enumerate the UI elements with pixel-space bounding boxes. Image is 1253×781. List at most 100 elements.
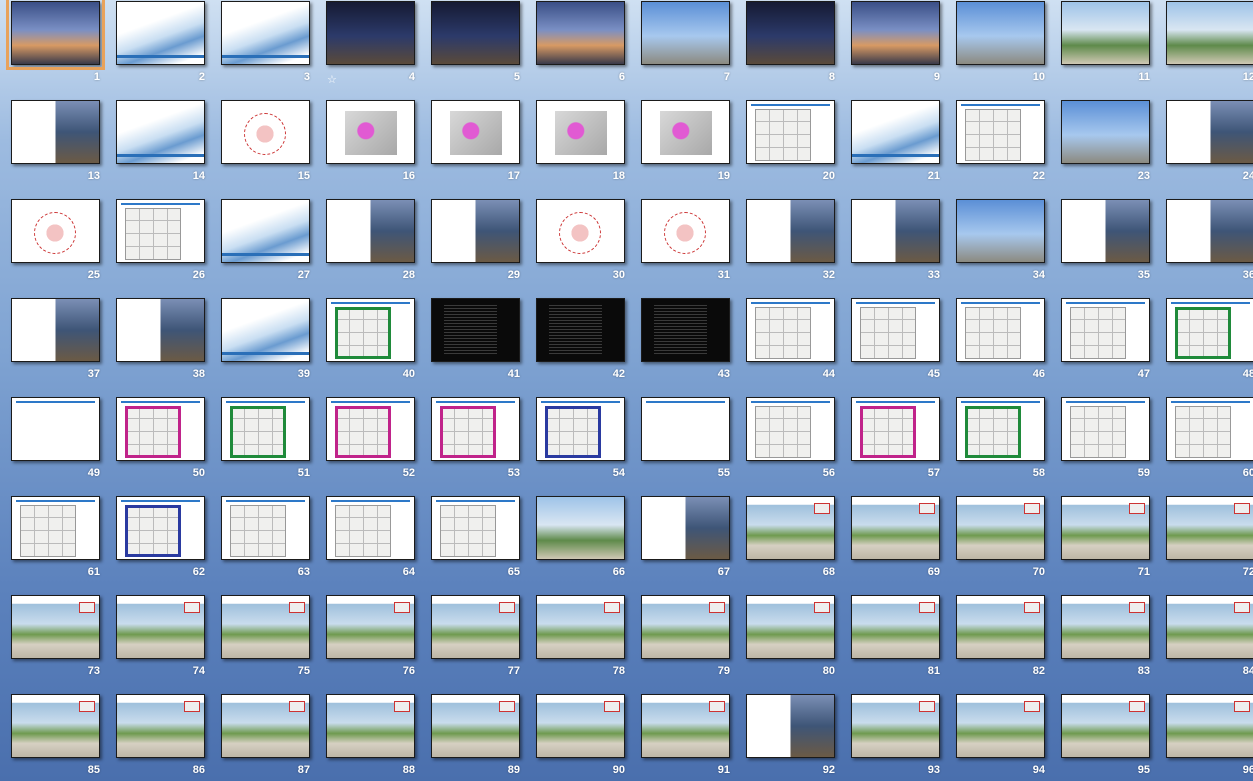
slide-thumbnail[interactable] bbox=[11, 496, 100, 560]
slide-thumbnail[interactable] bbox=[116, 397, 205, 461]
slide-thumbnail[interactable] bbox=[851, 694, 940, 758]
slide-thumbnail[interactable] bbox=[11, 100, 100, 164]
slide-thumbnail[interactable] bbox=[641, 397, 730, 461]
slide-thumbnail[interactable] bbox=[536, 199, 625, 263]
slide-thumbnail[interactable] bbox=[116, 1, 205, 65]
slide-thumbnail[interactable] bbox=[431, 199, 520, 263]
slide-number: 18 bbox=[612, 170, 625, 182]
slide-thumbnail[interactable] bbox=[1166, 1, 1253, 65]
slide-thumbnail[interactable] bbox=[431, 496, 520, 560]
slide-thumbnail[interactable] bbox=[116, 595, 205, 659]
slide-thumbnail[interactable] bbox=[641, 496, 730, 560]
slide-thumbnail[interactable] bbox=[746, 496, 835, 560]
slide-thumbnail[interactable] bbox=[536, 298, 625, 362]
slide-thumbnail[interactable] bbox=[536, 595, 625, 659]
slide-thumbnail[interactable] bbox=[641, 100, 730, 164]
slide-thumbnail[interactable] bbox=[326, 199, 415, 263]
slide-thumbnail[interactable] bbox=[116, 694, 205, 758]
slide-thumbnail[interactable] bbox=[956, 100, 1045, 164]
slide-thumbnail[interactable] bbox=[11, 595, 100, 659]
slide-thumbnail[interactable] bbox=[11, 199, 100, 263]
slide-thumbnail[interactable] bbox=[221, 694, 310, 758]
slide-thumbnail[interactable] bbox=[956, 397, 1045, 461]
slide-thumbnail[interactable] bbox=[956, 298, 1045, 362]
slide-number: 24 bbox=[1242, 170, 1253, 182]
animation-star-icon[interactable]: ☆ bbox=[327, 73, 337, 86]
slide-thumbnail[interactable] bbox=[746, 199, 835, 263]
slide-thumbnail[interactable] bbox=[221, 397, 310, 461]
slide-thumbnail[interactable] bbox=[326, 694, 415, 758]
slide-thumbnail[interactable] bbox=[641, 199, 730, 263]
slide-thumbnail[interactable] bbox=[956, 1, 1045, 65]
slide-thumbnail[interactable] bbox=[431, 298, 520, 362]
slide-thumbnail[interactable] bbox=[1061, 694, 1150, 758]
slide-thumbnail[interactable] bbox=[431, 694, 520, 758]
slide-thumbnail[interactable] bbox=[6, 0, 105, 70]
slide-thumbnail[interactable] bbox=[536, 1, 625, 65]
slide-thumbnail[interactable] bbox=[1166, 100, 1253, 164]
slide-thumbnail[interactable] bbox=[851, 595, 940, 659]
slide-thumbnail[interactable] bbox=[536, 100, 625, 164]
slide-thumbnail[interactable] bbox=[641, 298, 730, 362]
slide-thumbnail[interactable] bbox=[746, 595, 835, 659]
slide-thumbnail[interactable] bbox=[1061, 595, 1150, 659]
slide-thumbnail[interactable] bbox=[1166, 397, 1253, 461]
slide-thumbnail[interactable] bbox=[326, 397, 415, 461]
slide-thumbnail[interactable] bbox=[11, 694, 100, 758]
slide-thumbnail[interactable] bbox=[641, 1, 730, 65]
slide-thumbnail[interactable] bbox=[1166, 298, 1253, 362]
slide-thumbnail[interactable] bbox=[1061, 1, 1150, 65]
slide-thumbnail[interactable] bbox=[326, 298, 415, 362]
slide-thumbnail[interactable] bbox=[746, 100, 835, 164]
slide-thumbnail[interactable] bbox=[326, 595, 415, 659]
slide-thumbnail[interactable] bbox=[1061, 100, 1150, 164]
slide-thumbnail[interactable] bbox=[221, 496, 310, 560]
slide-thumbnail[interactable] bbox=[1061, 298, 1150, 362]
slide-thumbnail[interactable] bbox=[326, 1, 415, 65]
slide-thumbnail[interactable] bbox=[431, 397, 520, 461]
slide-thumbnail[interactable] bbox=[536, 694, 625, 758]
slide-sorter-view[interactable]: 1 2 3 4 ☆ 5 6 7 8 9 10 11 12 13 14 15 16 17 18 19 20 21 22 23 24… bbox=[0, 0, 1253, 781]
slide-thumbnail[interactable] bbox=[116, 100, 205, 164]
slide-thumbnail[interactable] bbox=[221, 100, 310, 164]
slide-thumbnail[interactable] bbox=[641, 595, 730, 659]
slide-thumbnail[interactable] bbox=[431, 1, 520, 65]
slide-thumbnail[interactable] bbox=[851, 199, 940, 263]
slide-thumbnail[interactable] bbox=[746, 397, 835, 461]
slide-thumbnail[interactable] bbox=[11, 298, 100, 362]
slide-thumbnail[interactable] bbox=[746, 298, 835, 362]
slide-thumbnail[interactable] bbox=[851, 496, 940, 560]
slide-thumbnail[interactable] bbox=[116, 496, 205, 560]
slide-thumbnail[interactable] bbox=[851, 100, 940, 164]
slide-thumbnail[interactable] bbox=[746, 694, 835, 758]
slide-thumbnail[interactable] bbox=[1061, 199, 1150, 263]
slide-thumbnail[interactable] bbox=[1166, 595, 1253, 659]
slide-thumbnail[interactable] bbox=[1166, 694, 1253, 758]
slide-thumbnail[interactable] bbox=[536, 496, 625, 560]
slide-thumbnail[interactable] bbox=[326, 496, 415, 560]
slide-thumbnail[interactable] bbox=[1061, 397, 1150, 461]
slide-thumbnail[interactable] bbox=[641, 694, 730, 758]
slide-thumbnail[interactable] bbox=[851, 1, 940, 65]
slide-thumbnail[interactable] bbox=[956, 496, 1045, 560]
slide-thumbnail[interactable] bbox=[221, 1, 310, 65]
slide-thumbnail[interactable] bbox=[221, 298, 310, 362]
slide-thumbnail[interactable] bbox=[851, 397, 940, 461]
slide-thumbnail[interactable] bbox=[956, 595, 1045, 659]
slide-thumbnail[interactable] bbox=[536, 397, 625, 461]
slide-thumbnail[interactable] bbox=[116, 298, 205, 362]
slide-thumbnail[interactable] bbox=[851, 298, 940, 362]
slide-thumbnail[interactable] bbox=[326, 100, 415, 164]
slide-thumbnail[interactable] bbox=[431, 595, 520, 659]
slide-thumbnail[interactable] bbox=[746, 1, 835, 65]
slide-thumbnail[interactable] bbox=[221, 199, 310, 263]
slide-thumbnail[interactable] bbox=[1166, 496, 1253, 560]
slide-thumbnail[interactable] bbox=[11, 397, 100, 461]
slide-thumbnail[interactable] bbox=[1166, 199, 1253, 263]
slide-thumbnail[interactable] bbox=[431, 100, 520, 164]
slide-thumbnail[interactable] bbox=[956, 694, 1045, 758]
slide-thumbnail[interactable] bbox=[116, 199, 205, 263]
slide-thumbnail[interactable] bbox=[1061, 496, 1150, 560]
slide-thumbnail[interactable] bbox=[956, 199, 1045, 263]
slide-thumbnail[interactable] bbox=[221, 595, 310, 659]
